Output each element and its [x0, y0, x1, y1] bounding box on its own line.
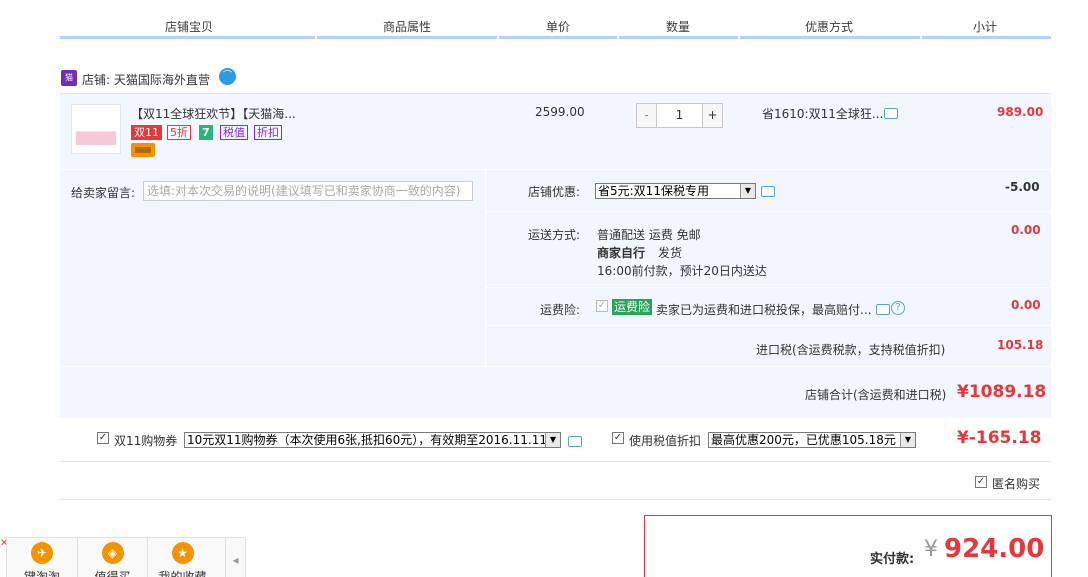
shop-discount-amount: -5.00	[1005, 180, 1040, 194]
plane-icon: ✈	[31, 542, 53, 564]
coupon-value: 10元双11购物券（本次使用6张,抵扣60元），有效期至2016.11.11	[187, 433, 547, 447]
tag-7day-return: 7	[199, 125, 213, 140]
product-title[interactable]: 【双11全球狂欢节】【天猫海...	[131, 105, 296, 122]
toolbar-item-worth-buying[interactable]: ◈ 值得买	[77, 538, 147, 577]
shipping-amount: 0.00	[1011, 223, 1041, 237]
shop-total-amount: ¥1089.18	[957, 382, 1047, 402]
dropdown-arrow-icon: ▼	[900, 433, 915, 447]
header-bar	[317, 36, 497, 39]
divider	[60, 461, 1051, 462]
header-bar	[499, 36, 617, 39]
shop-discount-label: 店铺优惠:	[528, 185, 581, 199]
divider	[486, 287, 1051, 288]
chat-bubble-icon[interactable]	[761, 186, 775, 197]
help-icon[interactable]: ?	[891, 301, 905, 315]
coupon-select[interactable]: 10元双11购物券（本次使用6张,抵扣60元），有效期至2016.11.11 ▼	[184, 432, 561, 448]
message-label: 给卖家留言:	[71, 186, 136, 200]
toolbar-item-label: 值得买	[94, 570, 131, 577]
pay-label: 实付款:	[870, 552, 915, 567]
col-shop-item: 店铺宝贝	[164, 20, 213, 34]
insurance-badge: 运费险	[612, 299, 653, 315]
shipping-eta: 16:00前付款，预计20日内送达	[597, 264, 767, 278]
import-tax-label: 进口税(含运费税款，支持税值折扣)	[756, 343, 946, 357]
order-panel	[60, 93, 1051, 418]
tax-discount-select[interactable]: 最高优惠200元，已优惠105.18元 ▼	[708, 432, 916, 448]
tag-tax-discount: 折扣	[254, 125, 282, 140]
col-price: 单价	[545, 20, 570, 34]
divider	[485, 170, 486, 366]
divider	[60, 169, 1051, 170]
divider	[60, 499, 1051, 500]
quantity-plus-button[interactable]: +	[702, 104, 722, 127]
star-icon: ★	[171, 542, 194, 564]
shop-total-label: 店铺合计(含运费和进口税)	[805, 388, 947, 402]
chat-bubble-icon[interactable]	[884, 108, 898, 119]
quantity-minus-button[interactable]: -	[637, 104, 657, 127]
anonymous-checkbox[interactable]: ✓	[975, 476, 987, 488]
header-bar	[60, 36, 315, 39]
divider	[60, 366, 1051, 367]
tag-double11: 双11	[131, 125, 162, 140]
dropdown-arrow-icon: ▼	[740, 184, 755, 198]
header-bar	[619, 36, 738, 39]
insurance-text: 卖家已为运费和进口税投保，最高赔付...	[656, 303, 872, 317]
dropdown-arrow-icon: ▼	[545, 433, 560, 447]
shipping-provider-rest: 发货	[658, 246, 683, 260]
credit-card-icon	[131, 143, 155, 157]
header-bar	[740, 36, 920, 39]
shipping-provider: 商家自行	[597, 246, 646, 260]
toolbar-item-label: 键淘淘	[23, 570, 60, 577]
col-subtotal: 小计	[972, 20, 997, 34]
tax-discount-checkbox[interactable]: ✓	[612, 432, 624, 444]
tag-discount-50: 5折	[167, 125, 191, 140]
column-header: 店铺宝贝 商品属性 单价 数量 优惠方式 小计	[60, 18, 1051, 40]
shipping-method: 普通配送 运费 免邮	[597, 228, 701, 242]
bottom-toolbar: ✈ 键淘淘 ◈ 值得买 ★ 我的收藏 ◂	[6, 537, 246, 577]
message-input[interactable]: 选填:对本次交易的说明(建议填写已和卖家协商一致的内容)	[143, 181, 473, 201]
pay-amount: 924.00	[944, 534, 1045, 564]
coupon-label: 双11购物券	[114, 434, 178, 448]
shop-discount-value: 省5元:双11保税专用	[598, 184, 709, 198]
product-discount-text: 省1610:双11全球狂...	[762, 107, 884, 121]
insurance-amount: 0.00	[1011, 298, 1041, 312]
tag-icon: ◈	[101, 542, 124, 564]
tax-discount-label: 使用税值折扣	[629, 434, 702, 448]
product-subtotal: 989.00	[997, 105, 1044, 119]
coupon-total-amount: ¥-165.18	[957, 428, 1042, 448]
payment-summary: 实付款: ¥ 924.00	[644, 515, 1052, 577]
quantity-stepper: - 1 +	[636, 103, 723, 128]
divider	[486, 325, 1051, 326]
toolbar-item-favorites[interactable]: ★ 我的收藏	[147, 538, 217, 577]
col-attributes: 商品属性	[382, 20, 431, 34]
shop-name[interactable]: 店铺: 天猫国际海外直营	[82, 71, 210, 88]
quantity-input[interactable]: 1	[658, 104, 701, 127]
shop-discount-select[interactable]: 省5元:双11保税专用 ▼	[595, 183, 756, 199]
pay-currency: ¥	[924, 537, 938, 562]
chat-bubble-icon[interactable]	[568, 436, 582, 447]
divider	[486, 211, 1051, 212]
chat-bubble-icon[interactable]	[876, 304, 890, 315]
collapse-toolbar-icon[interactable]: ◂	[225, 538, 245, 577]
toolbar-item-label: 我的收藏	[158, 570, 207, 577]
tmall-shop-icon: 猫	[61, 70, 77, 86]
unit-price: 2599.00	[535, 105, 585, 119]
header-bar	[922, 36, 1051, 39]
anonymous-label: 匿名购买	[992, 477, 1041, 491]
wangwang-chat-icon[interactable]: ⌒	[219, 68, 236, 85]
col-quantity: 数量	[665, 20, 690, 34]
col-discount: 优惠方式	[804, 20, 853, 34]
product-thumbnail[interactable]	[71, 104, 121, 154]
import-tax-amount: 105.18	[997, 338, 1044, 352]
insurance-checkbox[interactable]: ✓	[596, 300, 608, 312]
coupon-checkbox[interactable]: ✓	[97, 432, 109, 444]
tax-discount-value: 最高优惠200元，已优惠105.18元	[711, 433, 896, 447]
insurance-label: 运费险:	[540, 303, 581, 317]
tag-tax-value: 税值	[220, 125, 248, 140]
shipping-label: 运送方式:	[528, 228, 581, 242]
toolbar-item-taotao[interactable]: ✈ 键淘淘	[7, 538, 77, 577]
